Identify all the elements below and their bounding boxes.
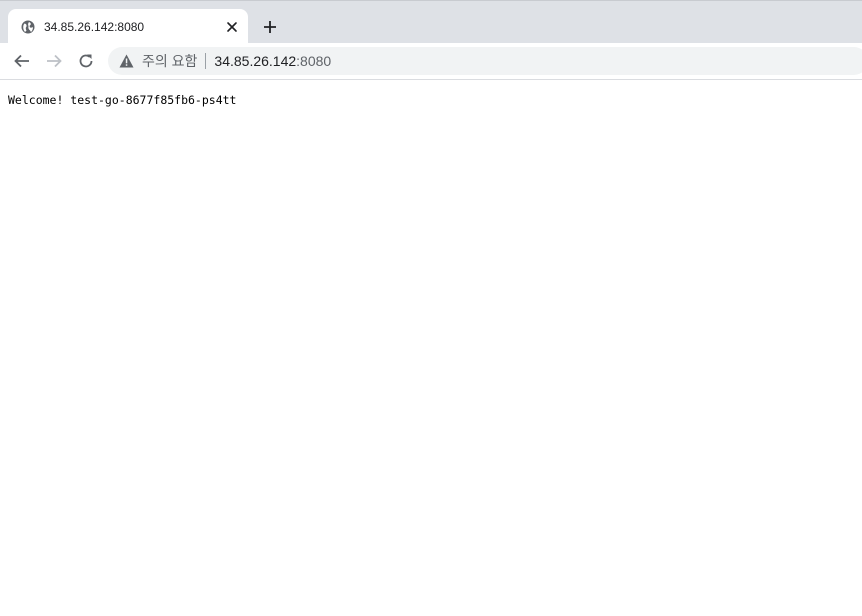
- welcome-text: Welcome! test-go-8677f85fb6-ps4tt: [8, 93, 237, 107]
- tab-strip: 34.85.26.142:8080: [0, 0, 862, 44]
- forward-arrow-icon: [47, 54, 62, 68]
- forward-button[interactable]: [42, 49, 66, 73]
- page-content: Welcome! test-go-8677f85fb6-ps4tt: [0, 80, 862, 616]
- browser-tab[interactable]: 34.85.26.142:8080: [8, 9, 248, 44]
- url-port[interactable]: :8080: [296, 53, 331, 69]
- url-host[interactable]: 34.85.26.142: [214, 53, 296, 69]
- back-arrow-icon: [14, 54, 29, 68]
- tab-title: 34.85.26.142:8080: [44, 19, 145, 34]
- reload-icon: [79, 54, 93, 68]
- address-bar[interactable]: 주의 요함 34.85.26.142 :8080: [108, 47, 862, 75]
- plus-icon: [264, 21, 276, 33]
- new-tab-button[interactable]: [258, 15, 282, 39]
- warning-icon[interactable]: [118, 53, 134, 69]
- security-status-label[interactable]: 주의 요함: [142, 51, 197, 71]
- close-icon[interactable]: [224, 19, 240, 35]
- browser-toolbar: 주의 요함 34.85.26.142 :8080: [0, 43, 862, 80]
- globe-icon: [20, 19, 36, 35]
- reload-button[interactable]: [74, 49, 98, 73]
- back-button[interactable]: [10, 49, 34, 73]
- divider: [205, 53, 207, 69]
